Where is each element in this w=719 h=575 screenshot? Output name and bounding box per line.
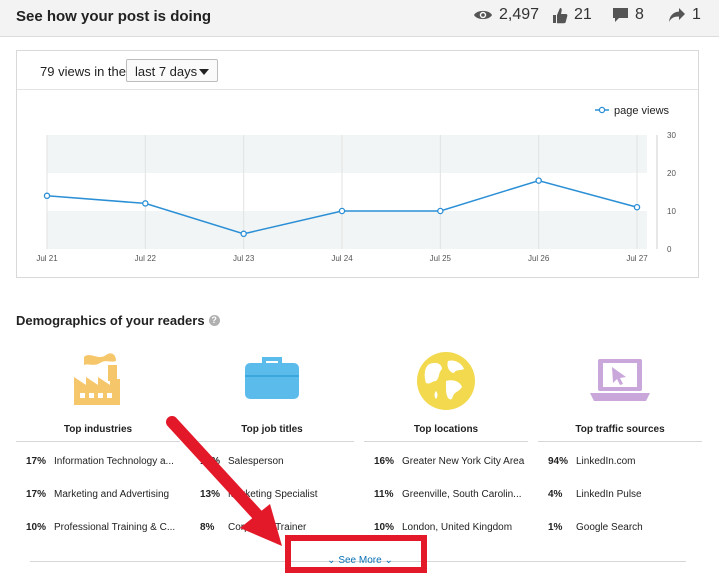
data-point	[43, 192, 51, 200]
help-icon[interactable]: ?	[208, 315, 220, 326]
list-item: 13% Marketing Specialist	[200, 489, 318, 500]
divider	[538, 441, 702, 442]
x-tick-label: Jul 24	[331, 254, 353, 263]
eye-icon	[474, 10, 492, 20]
data-point	[142, 200, 149, 207]
post-stats-bar: See how your post is doing 2,497 21 8 1	[0, 0, 719, 37]
data-point	[338, 207, 346, 215]
column-title: Top industries	[63, 424, 133, 435]
y-tick-label: 20	[667, 169, 676, 178]
views-stat: 2,497	[473, 6, 539, 24]
x-tick-label: Jul 27	[626, 254, 648, 263]
factory-icon	[68, 351, 128, 412]
y-tick-label: 10	[667, 207, 676, 216]
x-tick-label: Jul 25	[430, 254, 452, 263]
views-summary-label: 79 views in the	[40, 64, 126, 79]
x-tick-label: Jul 22	[135, 254, 157, 263]
briefcase-icon	[242, 351, 302, 412]
likes-stat: 21	[552, 6, 592, 24]
annotation-highlight-box	[285, 535, 427, 573]
list-item: 17% Information Technology a...	[26, 456, 174, 467]
column-title: Top job titles	[241, 424, 303, 435]
x-tick-label: Jul 26	[528, 254, 550, 263]
share-icon	[669, 8, 685, 22]
divider	[16, 441, 180, 442]
page-views-chart: Jul 21 Jul 22 Jul 23 Jul 24 Jul 25 Jul 26 Jul …	[36, 105, 676, 263]
y-tick-label: 30	[667, 131, 676, 140]
comments-count: 8	[635, 6, 644, 23]
thumbs-up-icon	[553, 7, 568, 23]
list-item: 1% Google Search	[548, 522, 643, 533]
comment-icon	[613, 8, 628, 22]
list-item: 8% Corporate Trainer	[200, 522, 307, 533]
demographics-title: Demographics of your readers	[16, 313, 205, 328]
x-tick-label: Jul 23	[233, 254, 255, 263]
divider	[190, 441, 354, 442]
date-range-dropdown[interactable]: last 7 days	[126, 59, 218, 82]
list-item: 94% LinkedIn.com	[548, 456, 636, 467]
views-count: 2,497	[499, 6, 540, 23]
list-item: 17% Marketing and Advertising	[26, 489, 170, 500]
data-point	[437, 207, 444, 215]
chart-band	[47, 211, 647, 249]
y-tick-label: 0	[667, 245, 672, 254]
globe-icon	[416, 351, 476, 416]
data-point	[240, 230, 247, 238]
shares-stat: 1	[668, 6, 701, 24]
x-tick-label: Jul 21	[36, 254, 58, 263]
list-item: 4% LinkedIn Pulse	[548, 489, 642, 500]
legend-label: page views	[614, 105, 670, 117]
column-title: Top locations	[413, 424, 479, 435]
data-point	[535, 177, 542, 184]
chart-band	[47, 135, 647, 173]
list-item: 10% Professional Training & C...	[26, 522, 176, 533]
date-range-value: last 7 days	[135, 64, 198, 79]
views-card-header: 79 views in the last 7 days	[17, 51, 698, 90]
list-item: 11% Greenville, South Carolin...	[374, 489, 522, 500]
list-item: 16% Greater New York City Area	[374, 456, 525, 467]
demographics-heading: Demographics of your readers ?	[16, 313, 220, 328]
legend-swatch-point	[598, 106, 606, 114]
chevron-down-icon	[199, 69, 209, 75]
list-item: 16% Salesperson	[200, 456, 284, 467]
laptop-cursor-icon	[588, 351, 652, 412]
shares-count: 1	[692, 6, 701, 23]
column-title: Top traffic sources	[575, 424, 665, 435]
likes-count: 21	[574, 6, 592, 23]
comments-stat: 8	[612, 6, 644, 24]
data-point	[633, 203, 641, 211]
page-title: See how your post is doing	[16, 8, 212, 25]
list-item: 10% London, United Kingdom	[374, 522, 513, 533]
views-card: 79 views in the last 7 days Jul 21 Jul 22…	[16, 50, 699, 278]
divider	[364, 441, 528, 442]
